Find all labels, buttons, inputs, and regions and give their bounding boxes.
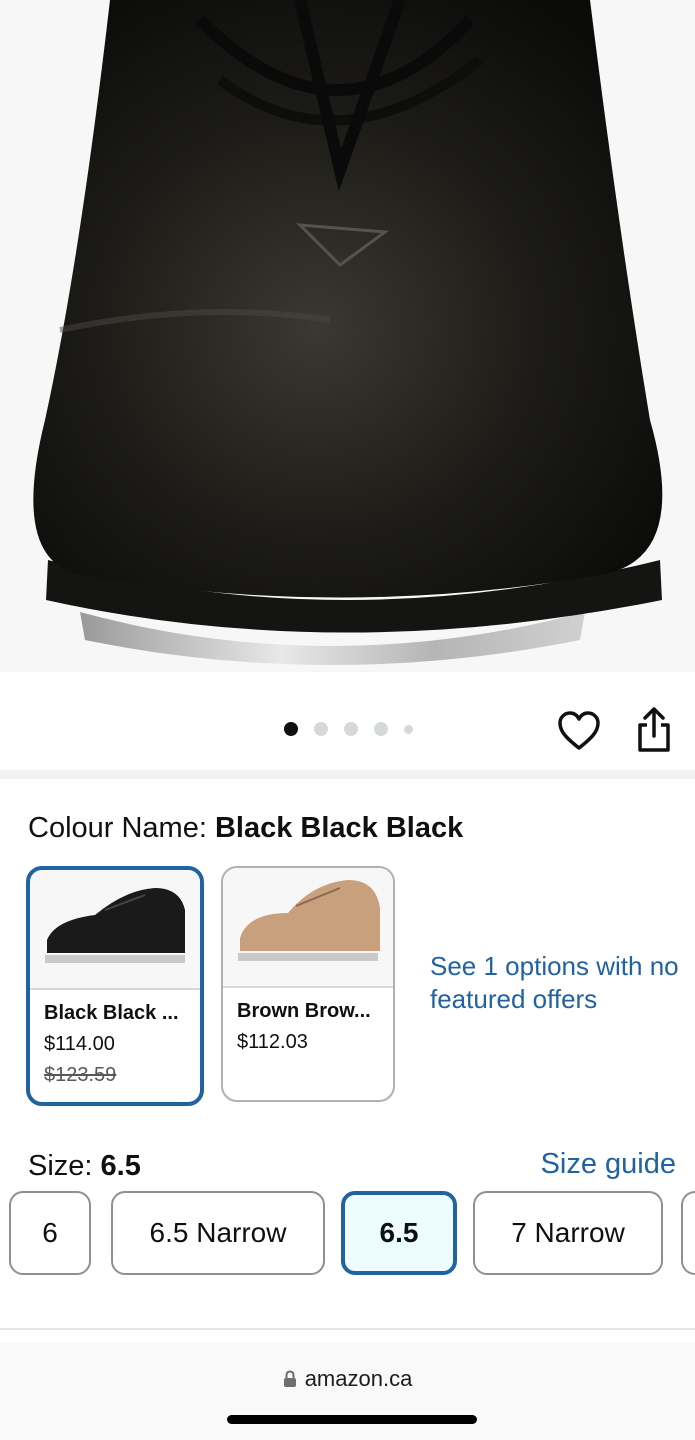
colour-name-label: Colour Name: Black Black Black (28, 812, 463, 845)
selected-size-value: 6.5 (100, 1150, 141, 1182)
url-text: amazon.ca (304, 1366, 413, 1391)
colour-option-list-price: $123.59 (44, 1064, 117, 1086)
colour-option-brown[interactable]: Brown Brow... $112.03 (221, 866, 395, 1102)
carousel-dot[interactable] (284, 722, 298, 736)
size-label: Size: 6.5 (28, 1150, 141, 1183)
size-option-partial[interactable] (681, 1191, 695, 1275)
colour-option-price: $114.00 (44, 1033, 115, 1055)
heart-icon (558, 711, 600, 750)
brown-shoe-thumbnail (238, 880, 380, 961)
add-to-list-button[interactable] (557, 710, 601, 754)
carousel-dot[interactable] (314, 722, 328, 736)
lock-icon (283, 1370, 296, 1387)
colour-option-price: $112.03 (237, 1031, 308, 1053)
black-shoe-thumbnail (45, 888, 185, 963)
size-option-6-5[interactable]: 6.5 (341, 1191, 457, 1275)
carousel-dots[interactable] (284, 722, 413, 736)
colour-option-name: Brown Brow... (237, 1000, 371, 1022)
colour-thumbnail (223, 868, 393, 986)
size-option-6[interactable]: 6 (9, 1191, 91, 1275)
product-image[interactable] (0, 0, 695, 672)
colour-option-name: Black Black ... (44, 1002, 179, 1024)
home-indicator[interactable] (227, 1415, 477, 1424)
colour-thumbnail (30, 870, 200, 988)
carousel-dot[interactable] (374, 722, 388, 736)
selected-colour-value: Black Black Black (214, 812, 464, 844)
colour-option-info: Brown Brow... $112.03 (223, 986, 393, 1054)
url-display[interactable]: amazon.ca (0, 1366, 695, 1392)
size-label-prefix: Size: (28, 1150, 101, 1182)
colour-label-prefix: Colour Name: (28, 812, 215, 844)
tap-shoe-photo (33, 0, 663, 665)
colour-option-info: Black Black ... $114.00 $123.59 (30, 988, 200, 1087)
more-colour-options-link[interactable]: See 1 options with no featured offers (430, 950, 680, 1016)
share-icon (638, 707, 670, 752)
size-guide-link[interactable]: Size guide (541, 1148, 676, 1181)
size-option-7-narrow[interactable]: 7 Narrow (473, 1191, 663, 1275)
carousel-dot[interactable] (404, 724, 413, 734)
section-divider (0, 1328, 695, 1330)
share-button[interactable] (634, 706, 674, 754)
section-divider (0, 770, 695, 779)
colour-option-black[interactable]: Black Black ... $114.00 $123.59 (26, 866, 204, 1106)
size-option-6-5-narrow[interactable]: 6.5 Narrow (111, 1191, 325, 1275)
carousel-dot[interactable] (344, 722, 358, 736)
